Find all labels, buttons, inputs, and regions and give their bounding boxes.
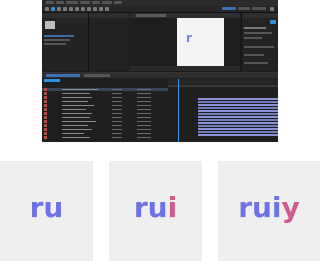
layer-bar[interactable]: [198, 101, 278, 103]
playhead[interactable]: [178, 79, 179, 142]
layer-row[interactable]: [42, 92, 168, 95]
properties-panel-header: [242, 13, 278, 18]
camera-tool-icon[interactable]: [75, 7, 79, 11]
layer-bar[interactable]: [198, 122, 278, 124]
frame-card: ru: [0, 161, 93, 261]
panel-line: [244, 32, 272, 34]
menu-item[interactable]: [80, 1, 90, 4]
frame-text: rui: [238, 191, 282, 224]
frame-word: ru: [0, 191, 93, 224]
frame-text: ru: [29, 191, 64, 224]
panel-line: [244, 62, 268, 64]
selection-tool-icon[interactable]: [51, 7, 55, 11]
home-icon[interactable]: [45, 7, 49, 11]
composition-canvas[interactable]: r: [177, 18, 224, 66]
effect-controls-panel: [89, 13, 129, 71]
project-panel: [42, 13, 89, 71]
menu-item[interactable]: [114, 1, 122, 4]
frame-word: rui: [109, 191, 202, 224]
project-item[interactable]: [44, 39, 70, 41]
pan-behind-tool-icon[interactable]: [81, 7, 85, 11]
layer-duration-bars: [168, 88, 278, 142]
frame-text-accent: y: [281, 191, 300, 224]
rotate-tool-icon[interactable]: [69, 7, 73, 11]
zoom-tool-icon[interactable]: [63, 7, 67, 11]
time-ruler[interactable]: [168, 79, 278, 84]
layer-row[interactable]: [42, 88, 168, 91]
animation-frames: ru rui ruiy: [0, 161, 320, 261]
project-panel-header: [42, 13, 88, 18]
layer-bar[interactable]: [198, 113, 278, 115]
layer-bar[interactable]: [198, 116, 278, 118]
brush-tool-icon[interactable]: [105, 7, 109, 11]
panel-line: [244, 46, 274, 48]
menu-item[interactable]: [46, 1, 54, 4]
workspace-standard[interactable]: [252, 7, 266, 10]
menu-item[interactable]: [92, 1, 100, 4]
layer-bar[interactable]: [198, 125, 278, 127]
workspace-learn[interactable]: [238, 7, 250, 10]
layer-bar[interactable]: [198, 128, 278, 130]
work-area-bar[interactable]: [168, 85, 278, 87]
hand-tool-icon[interactable]: [57, 7, 61, 11]
frame-text: ru: [133, 191, 168, 224]
workspace-default[interactable]: [222, 7, 236, 10]
canvas-letter: r: [186, 31, 192, 45]
layer-row[interactable]: [42, 112, 168, 115]
mask-tool-icon[interactable]: [87, 7, 91, 11]
frame-card: ruiy: [218, 161, 320, 261]
layer-row[interactable]: [42, 116, 168, 119]
menu-item[interactable]: [66, 1, 78, 4]
project-thumbnail: [45, 21, 55, 29]
search-icon[interactable]: [270, 7, 274, 11]
layer-row[interactable]: [42, 120, 168, 123]
effect-controls-tabs[interactable]: [89, 13, 129, 18]
project-item[interactable]: [44, 43, 66, 45]
panel-line: [244, 37, 262, 39]
frame-card: rui: [109, 161, 202, 261]
timeline-panel: [42, 72, 278, 142]
menu-item[interactable]: [102, 1, 112, 4]
layer-row[interactable]: [42, 108, 168, 111]
layer-row[interactable]: [42, 124, 168, 127]
layer-list: [42, 88, 168, 142]
layer-row[interactable]: [42, 104, 168, 107]
layer-row[interactable]: [42, 132, 168, 135]
timeline-tab[interactable]: [84, 74, 110, 77]
layer-bar[interactable]: [198, 110, 278, 112]
layer-bar[interactable]: [198, 134, 278, 136]
panel-line: [244, 27, 266, 29]
layer-row[interactable]: [42, 136, 168, 139]
after-effects-window: r: [42, 0, 278, 142]
type-tool-icon[interactable]: [99, 7, 103, 11]
tools-toolbar: [42, 6, 278, 13]
layer-bar[interactable]: [198, 131, 278, 133]
composition-tab[interactable]: [136, 14, 166, 17]
timeline-tab-active[interactable]: [46, 74, 80, 77]
layer-row[interactable]: [42, 100, 168, 103]
layer-row[interactable]: [42, 96, 168, 99]
layer-bar[interactable]: [198, 98, 278, 100]
layer-bar[interactable]: [198, 119, 278, 121]
properties-panel: [241, 13, 278, 71]
composition-viewer: r: [130, 13, 240, 71]
panel-menu-button[interactable]: [270, 20, 276, 24]
frame-word: ruiy: [218, 191, 320, 224]
layer-bar[interactable]: [198, 104, 278, 106]
timecode-display[interactable]: [44, 79, 60, 82]
layer-row[interactable]: [42, 128, 168, 131]
layer-bar[interactable]: [198, 107, 278, 109]
menu-item[interactable]: [56, 1, 64, 4]
pen-tool-icon[interactable]: [93, 7, 97, 11]
frame-text-accent: i: [167, 191, 178, 224]
project-item[interactable]: [44, 35, 74, 37]
panel-line: [244, 54, 264, 56]
viewer-footer-controls[interactable]: [130, 66, 240, 71]
timeline-tabs: [42, 73, 278, 78]
